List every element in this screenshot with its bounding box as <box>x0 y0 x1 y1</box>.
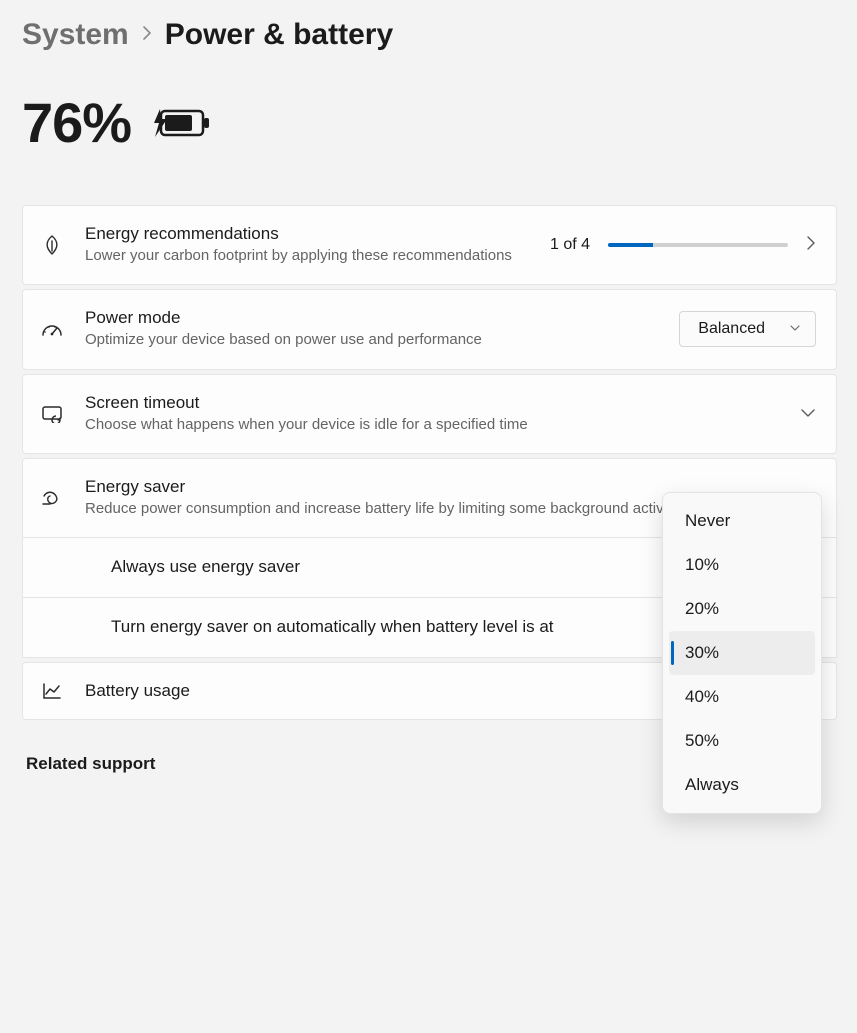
progress-fill <box>608 243 653 247</box>
card-title: Screen timeout <box>85 393 780 413</box>
recommendation-count: 1 of 4 <box>550 236 590 254</box>
energy-saver-icon <box>39 489 65 507</box>
screen-timeout-card[interactable]: Screen timeout Choose what happens when … <box>22 374 837 454</box>
power-mode-select[interactable]: Balanced <box>679 311 816 347</box>
chevron-down-icon <box>789 322 801 336</box>
energy-saver-threshold-dropdown[interactable]: Never10%20%30%40%50%Always <box>662 492 822 814</box>
card-title: Energy recommendations <box>85 224 530 244</box>
dropdown-option[interactable]: 50% <box>669 719 815 763</box>
card-desc: Optimize your device based on power use … <box>85 330 659 350</box>
energy-saver-group: Energy saver Reduce power consumption an… <box>22 458 837 658</box>
page-title: Power & battery <box>165 18 393 52</box>
dropdown-option[interactable]: 10% <box>669 543 815 587</box>
dropdown-option[interactable]: 40% <box>669 675 815 719</box>
breadcrumb-parent[interactable]: System <box>22 18 129 52</box>
card-desc: Choose what happens when your device is … <box>85 415 780 435</box>
breadcrumb: System Power & battery <box>22 18 837 52</box>
battery-charging-icon <box>149 103 211 143</box>
battery-level-row: 76% <box>22 90 837 155</box>
power-mode-card: Power mode Optimize your device based on… <box>22 289 837 369</box>
dropdown-option[interactable]: Always <box>669 763 815 807</box>
select-value: Balanced <box>698 320 765 338</box>
battery-percent: 76% <box>22 90 131 155</box>
card-desc: Lower your carbon footprint by applying … <box>85 246 530 266</box>
card-title: Power mode <box>85 308 659 328</box>
leaf-icon <box>39 234 65 256</box>
energy-recommendations-card[interactable]: Energy recommendations Lower your carbon… <box>22 205 837 285</box>
chevron-right-icon <box>141 24 153 47</box>
chart-icon <box>39 682 65 700</box>
dropdown-option[interactable]: 20% <box>669 587 815 631</box>
gauge-icon <box>39 320 65 338</box>
recommendation-progress <box>608 243 788 247</box>
dropdown-option[interactable]: Never <box>669 499 815 543</box>
chevron-down-icon <box>800 405 816 423</box>
dropdown-option[interactable]: 30% <box>669 631 815 675</box>
chevron-right-icon <box>806 235 816 256</box>
screen-icon <box>39 405 65 423</box>
